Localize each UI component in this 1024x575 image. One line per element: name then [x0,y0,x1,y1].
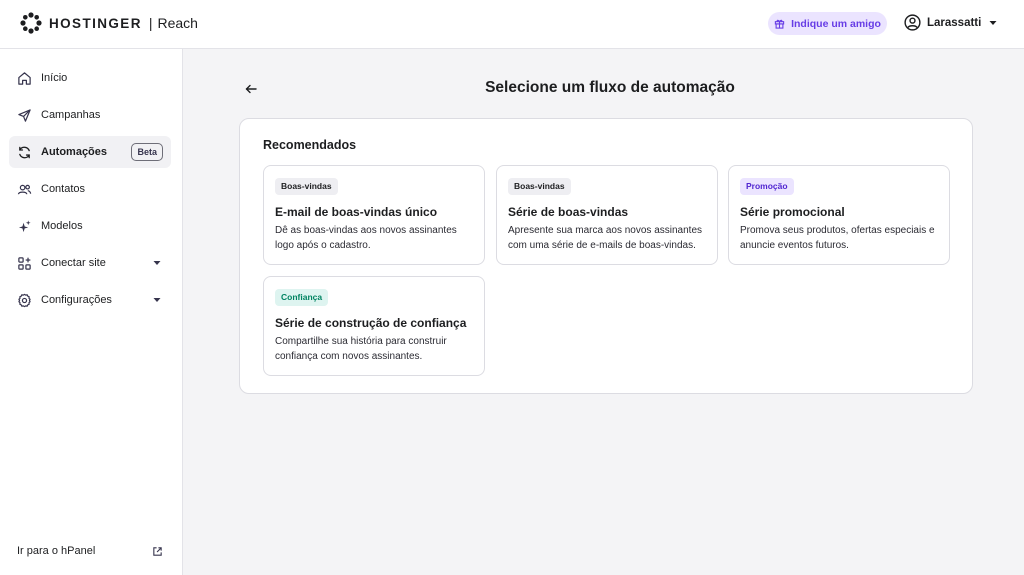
external-link-icon [153,546,162,556]
card-description-line: anuncie eventos futuros. [740,239,849,251]
card-description: Compartilhe sua história para construir … [275,335,480,364]
category-tag: Boas-vindas [508,178,571,195]
brand-name: HOSTINGER [49,15,142,31]
beta-badge: Beta [131,143,163,161]
username: Larassatti [927,16,982,29]
card-description: Promova seus produtos, ofertas especiais… [740,224,945,253]
category-tag: Confiança [275,289,329,306]
card-title: Série promocional [740,205,845,219]
sidebar-item-label: Modelos [41,220,83,232]
sidebar-item-contatos[interactable]: Contatos [9,173,171,205]
user-circle-icon [904,14,921,31]
caret-down-icon [989,20,997,25]
product-name: Reach [157,15,198,31]
card-description-line: Apresente sua marca aos novos assinantes [508,225,702,236]
top-bar: HOSTINGER | Reach Indique um amigo Laras… [0,0,1024,49]
sidebar: Início Campanhas Automações Beta Contato… [0,49,183,575]
hostinger-logo-icon [20,12,42,34]
card-description-line: Dê as boas-vindas aos novos assinantes [275,225,457,236]
automation-card-welcome-single[interactable]: Boas-vindas E-mail de boas-vindas único … [263,165,485,265]
card-title: Série de construção de confiança [275,316,467,330]
category-tag: Boas-vindas [275,178,338,195]
card-description: Dê as boas-vindas aos novos assinantes l… [275,224,480,253]
sidebar-item-label: Conectar site [41,257,106,269]
sidebar-item-configuracoes[interactable]: Configurações [9,284,171,316]
chevron-down-icon [153,298,161,302]
sidebar-item-modelos[interactable]: Modelos [9,210,171,242]
logo[interactable]: HOSTINGER | Reach [20,12,198,34]
card-title: E-mail de boas-vindas único [275,205,438,219]
sparkle-icon [18,219,31,232]
section-title: Recomendados [263,138,357,152]
home-icon [18,71,31,85]
sidebar-item-label: Configurações [41,294,112,306]
automation-card-welcome-series[interactable]: Boas-vindas Série de boas-vindas Apresen… [496,165,718,265]
sidebar-item-label: Campanhas [41,109,101,121]
sidebar-item-campanhas[interactable]: Campanhas [9,99,171,131]
users-icon [17,184,32,194]
sidebar-item-conectar-site[interactable]: Conectar site [9,247,171,279]
gear-icon [18,293,31,307]
sidebar-item-label: Automações [41,146,108,158]
user-menu[interactable]: Larassatti [904,14,997,31]
hpanel-link[interactable]: Ir para o hPanel [17,545,163,557]
brand-separator: | [148,15,153,31]
sidebar-item-automacoes[interactable]: Automações Beta [9,136,171,168]
chevron-down-icon [153,261,161,265]
sidebar-item-label: Início [41,72,68,84]
automation-card-trust[interactable]: Confiança Série de construção de confian… [263,276,485,376]
page-title: Selecione um fluxo de automação [485,79,735,96]
sidebar-item-label: Contatos [41,183,86,195]
card-description-line: logo após o cadastro. [275,239,371,251]
refer-friend-button[interactable]: Indique um amigo [768,12,887,35]
card-description-line: Promova seus produtos, ofertas especiais… [740,225,935,236]
gift-icon [774,19,785,29]
card-title: Série de boas-vindas [508,205,629,219]
card-description-line: Compartilhe sua história para construir [275,336,447,347]
card-description: Apresente sua marca aos novos assinantes… [508,224,713,253]
sidebar-item-inicio[interactable]: Início [9,62,171,94]
card-description-line: com uma série de e-mails de boas-vindas. [508,239,696,251]
hpanel-link-label: Ir para o hPanel [17,545,96,557]
refresh-icon [19,146,30,158]
main-header: Selecione um fluxo de automação [184,78,1024,100]
recommended-panel: Recomendados Boas-vindas E-mail de boas-… [239,118,973,394]
send-icon [18,108,31,122]
automation-card-promotional[interactable]: Promoção Série promocional Promova seus … [728,165,950,265]
card-description-line: confiança com novos assinantes. [275,350,423,362]
refer-friend-label: Indique um amigo [791,17,881,30]
grid-plus-icon [18,256,31,270]
category-tag: Promoção [740,178,794,195]
